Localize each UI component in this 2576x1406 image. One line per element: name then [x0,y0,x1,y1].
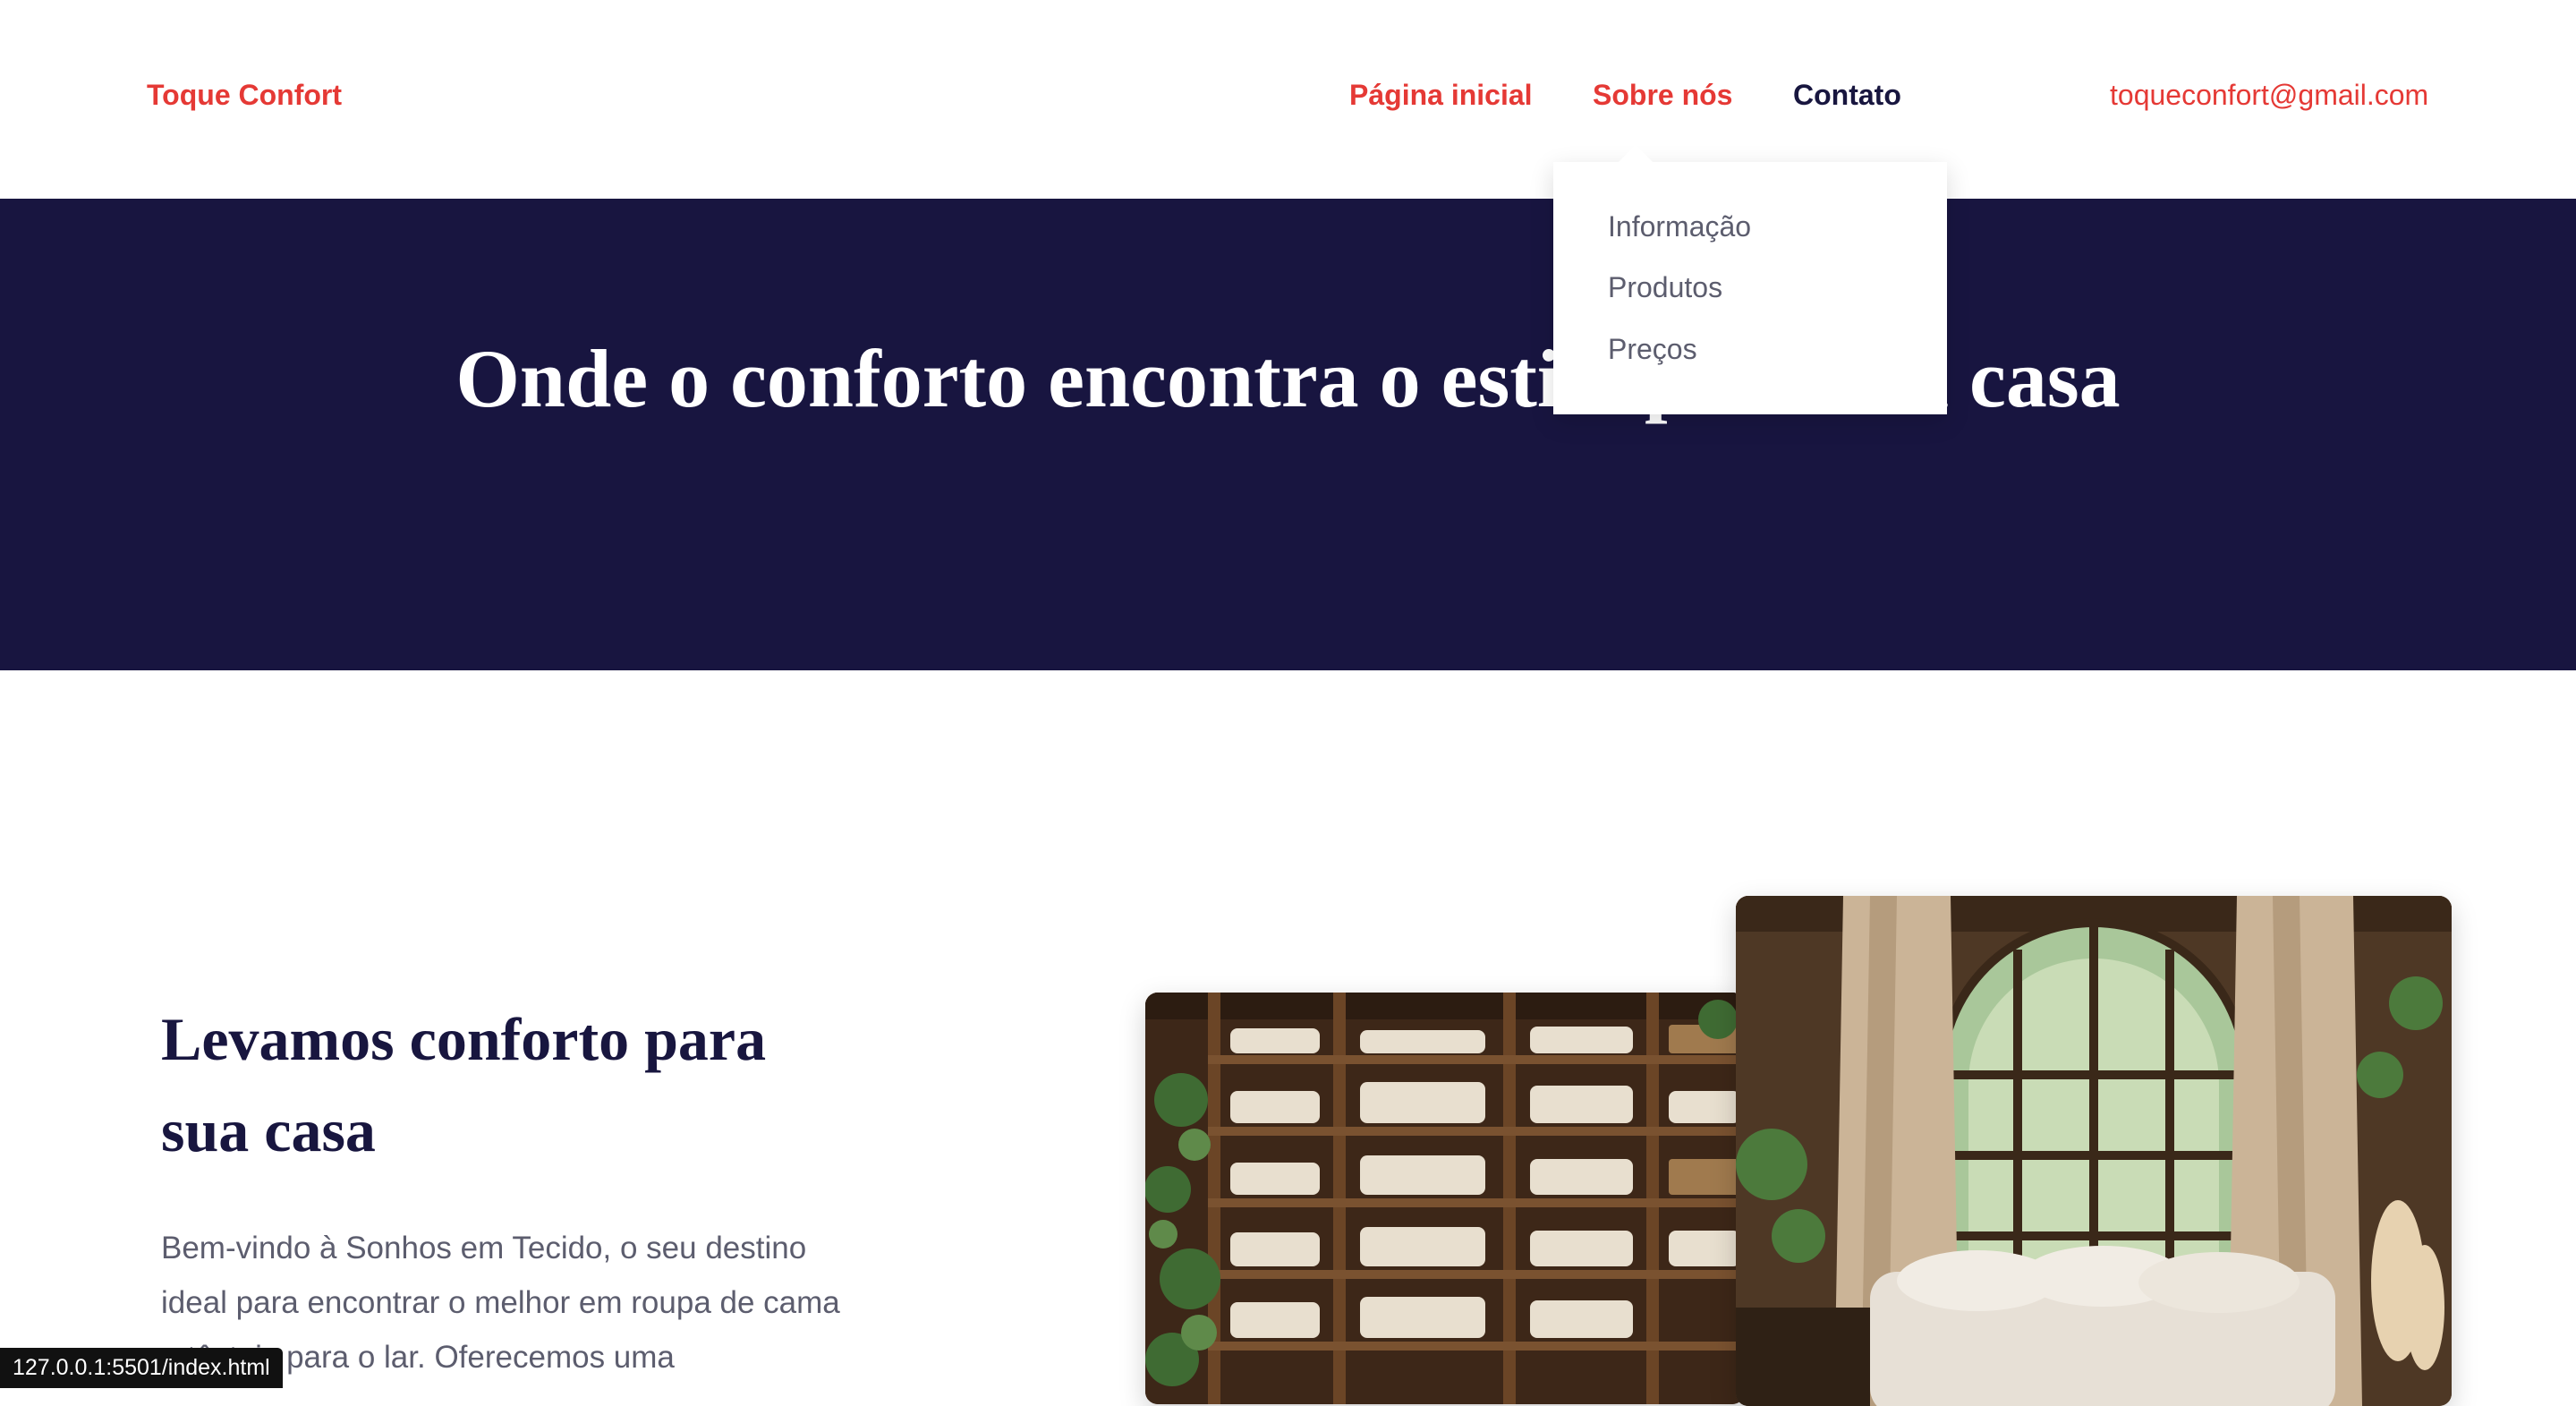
nav-home[interactable]: Página inicial [1349,79,1533,112]
bedroom-window-image [1736,896,2452,1406]
logo[interactable]: Toque Confort [147,79,342,112]
dropdown-arrow [1618,145,1654,163]
dropdown-item-produtos[interactable]: Produtos [1608,271,1722,304]
dropdown-item-informacao[interactable]: Informação [1608,210,1751,243]
bedroom-illustration [1736,896,2452,1406]
about-dropdown-menu: Informação Produtos Preços [1553,162,1947,414]
linen-shelves-illustration [1145,993,1745,1404]
linen-shelves-image [1145,993,1745,1404]
email-link[interactable]: toqueconfort@gmail.com [2110,79,2428,112]
hero-banner: Onde o conforto encontra o estilo para s… [0,199,2576,670]
dropdown-item-precos[interactable]: Preços [1608,333,1697,366]
site-header: Toque Confort Página inicial Sobre nós C… [0,0,2576,199]
hero-title: Onde o conforto encontra o estilo para s… [455,333,2121,424]
about-title: Levamos conforto para sua casa [161,1005,767,1164]
nav-about[interactable]: Sobre nós [1593,79,1732,112]
status-bar-url: 127.0.0.1:5501/index.html [0,1348,283,1388]
nav-contact[interactable]: Contato [1793,79,1901,112]
